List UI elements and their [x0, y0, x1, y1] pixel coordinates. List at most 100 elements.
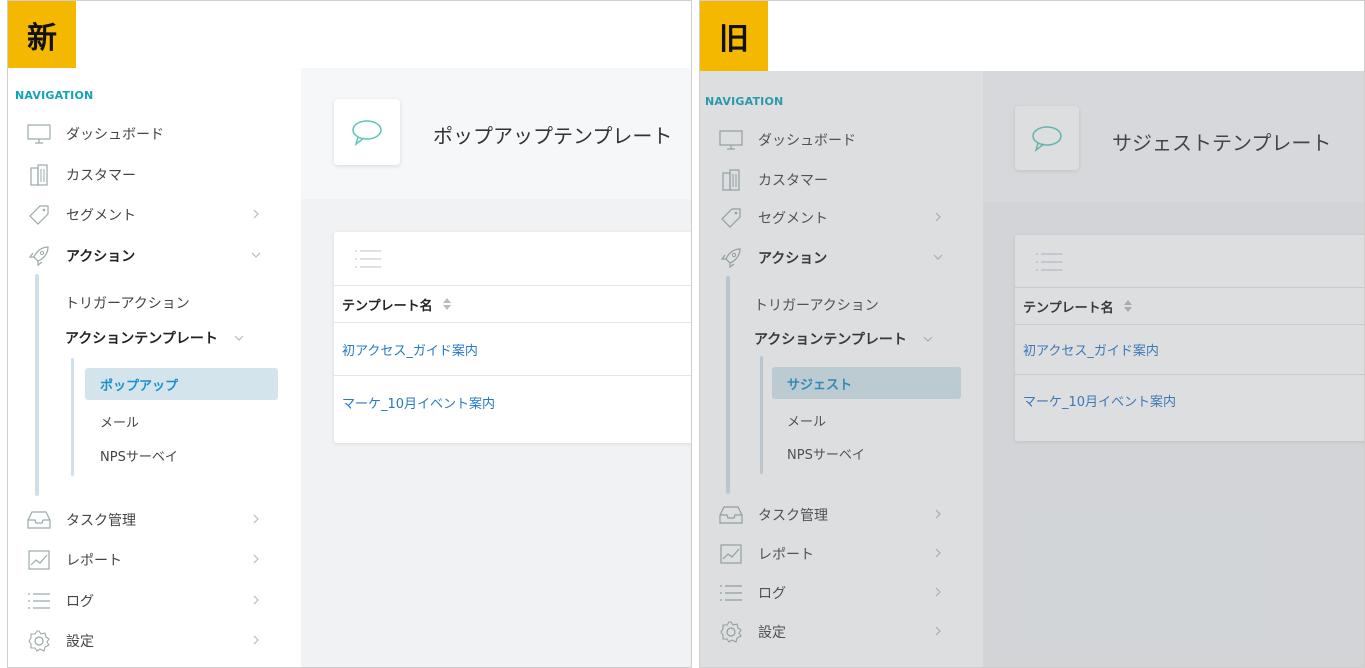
- template-table-card: テンプレート名 初アクセス_ガイド案内 マーケ_10月イベント案内: [334, 232, 691, 443]
- chevron-right-icon: [935, 548, 941, 558]
- template-link[interactable]: 初アクセス_ガイド案内: [1023, 340, 1159, 359]
- column-header-template-name[interactable]: テンプレート名: [334, 285, 691, 323]
- table-row[interactable]: マーケ_10月イベント案内: [334, 376, 691, 428]
- sidebar-item-label: レポート: [66, 553, 122, 569]
- sidebar-item-label: セグメント: [66, 208, 136, 224]
- page-title: ポップアップテンプレート: [433, 124, 673, 148]
- template-link[interactable]: 初アクセス_ガイド案内: [342, 340, 478, 359]
- top-bar: [700, 1, 1364, 71]
- table-row[interactable]: 初アクセス_ガイド案内: [1015, 325, 1364, 375]
- sidebar-item-label: タスク管理: [758, 508, 828, 524]
- table-row[interactable]: 初アクセス_ガイド案内: [334, 324, 691, 376]
- template-link[interactable]: マーケ_10月イベント案内: [342, 393, 495, 412]
- sidebar-item-action[interactable]: アクション: [718, 243, 953, 273]
- chevron-right-icon: [935, 587, 941, 597]
- sidebar-item-label: タスク管理: [66, 513, 136, 529]
- sidebar-item-report[interactable]: レポート: [718, 539, 953, 569]
- sidebar-subitem-mail[interactable]: メール: [85, 405, 278, 437]
- old-tag: 旧: [700, 1, 768, 71]
- rocket-icon: [718, 247, 744, 269]
- monitor-icon: [26, 123, 52, 145]
- sidebar-item-report[interactable]: レポート: [26, 545, 271, 575]
- sidebar-item-log[interactable]: ログ: [26, 586, 271, 616]
- sidebar-item-label: 設定: [66, 634, 94, 650]
- main-content: ポップアップテンプレート テンプレート名 初アクセス_ガイド案内 マーケ_10月…: [301, 68, 691, 667]
- submenu-line: [760, 356, 763, 474]
- sidebar-subitem-trigger-action[interactable]: トリガーアクション: [754, 291, 879, 319]
- sidebar-item-label: カスタマー: [66, 168, 136, 184]
- sidebar-subitem-label: アクションテンプレート: [754, 332, 907, 348]
- sidebar-item-customer[interactable]: カスタマー: [26, 160, 271, 190]
- tag-icon: [26, 204, 52, 226]
- sidebar-item-segment[interactable]: セグメント: [718, 203, 953, 233]
- sort-icon[interactable]: [442, 298, 451, 310]
- sidebar-item-log[interactable]: ログ: [718, 578, 953, 608]
- sidebar-item-label: ログ: [66, 594, 94, 610]
- chat-bubble-icon: [352, 120, 382, 146]
- sidebar-item-label: セグメント: [758, 211, 828, 227]
- table-row[interactable]: マーケ_10月イベント案内: [1015, 375, 1364, 425]
- page-icon-card: [334, 99, 400, 165]
- sidebar-item-task[interactable]: タスク管理: [26, 505, 271, 535]
- sidebar-item-label: 設定: [758, 625, 786, 641]
- column-header-label: テンプレート名: [342, 298, 433, 314]
- tag-icon: [718, 207, 744, 229]
- nav-title: NAVIGATION: [15, 89, 94, 102]
- sidebar-subitem-suggest[interactable]: サジェスト: [772, 367, 961, 399]
- page-icon-card: [1015, 106, 1079, 170]
- chevron-down-icon: [234, 335, 244, 341]
- sidebar-item-task[interactable]: タスク管理: [718, 500, 953, 530]
- app-body: NAVIGATION ダッシュボード カスタマー セグメント アクション トリガ…: [700, 71, 1364, 667]
- sidebar-item-segment[interactable]: セグメント: [26, 200, 271, 230]
- chart-icon: [718, 543, 744, 565]
- rocket-icon: [26, 245, 52, 267]
- chevron-right-icon: [253, 209, 259, 219]
- building-icon: [26, 164, 52, 186]
- building-icon: [718, 169, 744, 191]
- column-header-label: テンプレート名: [1023, 300, 1114, 316]
- main-content: サジェストテンプレート テンプレート名 初アクセス_ガイド案内 マーケ_10月イ…: [983, 71, 1364, 667]
- old-ui-panel: 旧 NAVIGATION ダッシュボード カスタマー セグメント アクション ト…: [699, 0, 1365, 668]
- chat-bubble-icon: [1032, 126, 1062, 152]
- gear-icon: [718, 621, 744, 643]
- template-link[interactable]: マーケ_10月イベント案内: [1023, 391, 1176, 410]
- chevron-right-icon: [935, 212, 941, 222]
- new-tag: 新: [8, 1, 76, 68]
- sidebar-item-dashboard[interactable]: ダッシュボード: [26, 119, 271, 149]
- sidebar-subitem-popup[interactable]: ポップアップ: [85, 368, 278, 400]
- chevron-down-icon: [251, 252, 261, 258]
- chevron-right-icon: [253, 595, 259, 605]
- chart-icon: [26, 549, 52, 571]
- nav-title: NAVIGATION: [705, 95, 784, 108]
- chevron-down-icon: [923, 336, 933, 342]
- chevron-right-icon: [253, 635, 259, 645]
- sidebar-item-label: ログ: [758, 586, 786, 602]
- list-icon: [1036, 253, 1062, 271]
- sidebar-item-dashboard[interactable]: ダッシュボード: [718, 125, 953, 155]
- sidebar-subitem-nps-survey[interactable]: NPSサーベイ: [85, 439, 278, 471]
- sidebar-item-label: ダッシュボード: [66, 127, 164, 143]
- inbox-icon: [26, 509, 52, 531]
- sidebar-subitem-nps-survey[interactable]: NPSサーベイ: [772, 437, 961, 469]
- new-ui-panel: 新 NAVIGATION ダッシュボード カスタマー セグメント アクション ト…: [7, 0, 692, 668]
- page-header: サジェストテンプレート: [983, 71, 1364, 202]
- sidebar-subitem-action-template[interactable]: アクションテンプレート: [65, 324, 244, 352]
- sidebar-subitem-label: アクションテンプレート: [65, 331, 218, 347]
- page-title: サジェストテンプレート: [1112, 131, 1332, 155]
- sidebar-subitem-action-template[interactable]: アクションテンプレート: [754, 325, 933, 353]
- gear-icon: [26, 630, 52, 652]
- submenu-line: [71, 358, 74, 476]
- sidebar-item-customer[interactable]: カスタマー: [718, 165, 953, 195]
- sidebar-item-label: カスタマー: [758, 173, 828, 189]
- sidebar-item-action[interactable]: アクション: [26, 241, 271, 271]
- column-header-template-name[interactable]: テンプレート名: [1015, 287, 1364, 325]
- sort-icon[interactable]: [1123, 300, 1132, 312]
- sidebar-item-label: レポート: [758, 547, 814, 563]
- chevron-right-icon: [253, 554, 259, 564]
- sidebar-subitem-mail[interactable]: メール: [772, 404, 961, 436]
- sidebar-item-label: ダッシュボード: [758, 133, 856, 149]
- sidebar-item-settings[interactable]: 設定: [718, 617, 953, 647]
- sidebar-subitem-trigger-action[interactable]: トリガーアクション: [65, 289, 190, 317]
- list-icon: [26, 590, 52, 612]
- sidebar-item-settings[interactable]: 設定: [26, 626, 271, 656]
